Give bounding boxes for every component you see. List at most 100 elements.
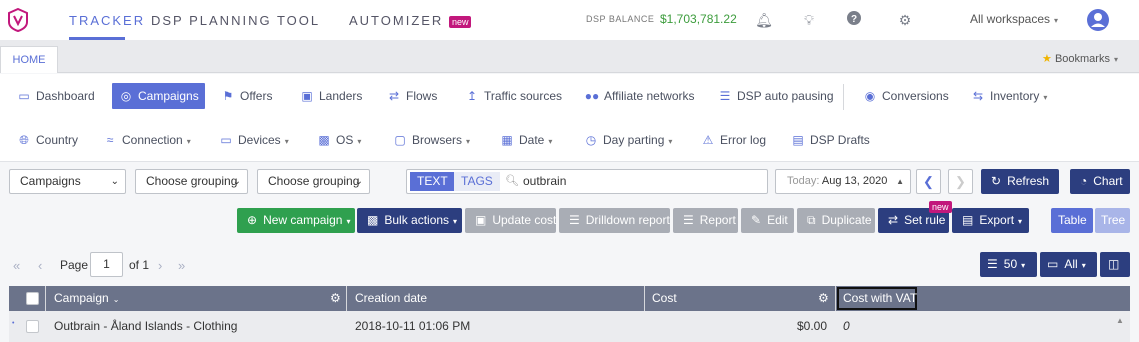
menu-dashboard[interactable]: ▭ Dashboard: [16, 74, 94, 118]
menu-affiliate-networks[interactable]: ●● Affiliate networks: [584, 74, 695, 118]
bookmarks-dropdown[interactable]: ★ Bookmarks ▾: [1042, 52, 1118, 65]
menu-inventory[interactable]: ⇆ Inventory ▾: [970, 74, 1047, 118]
report-button[interactable]: ☰ Report: [673, 208, 738, 233]
row-checkbox[interactable]: [26, 320, 39, 333]
tab-home[interactable]: HOME: [0, 46, 58, 73]
refresh-button[interactable]: ↻ Refresh: [981, 169, 1059, 194]
table-view-toggle[interactable]: Table: [1051, 208, 1093, 233]
top-navbar: TRACKER DSP PLANNING TOOL AUTOMIZER new …: [0, 0, 1139, 40]
svg-text:?: ?: [851, 14, 857, 25]
dsp-balance-label: DSP BALANCE: [586, 14, 655, 24]
menu-error-log[interactable]: ⚠ Error log: [700, 118, 766, 162]
first-page-button[interactable]: «: [13, 258, 20, 273]
gear-icon[interactable]: ⚙: [896, 11, 914, 29]
columns-icon: ◫: [1108, 257, 1120, 271]
plus-circle-icon: ⊕: [247, 213, 258, 227]
column-header-cost[interactable]: Cost: [652, 286, 677, 311]
visibility-filter-value: All: [1064, 257, 1078, 271]
lightbulb-icon[interactable]: 💡︎: [800, 11, 818, 29]
avatar[interactable]: [1087, 9, 1109, 31]
nav-dsp-planning-tool[interactable]: DSP PLANNING TOOL: [151, 13, 320, 28]
drilldown-report-label: Drilldown report: [585, 213, 670, 227]
main-menu: ▭ Dashboard ◎ Campaigns ⚑ Offers ▣ Landers ⇄…: [0, 74, 1139, 118]
entity-select[interactable]: Campaigns ⌄: [9, 169, 126, 194]
menu-os[interactable]: ▩ OS ▾: [316, 118, 361, 162]
table-header: [9, 286, 1130, 311]
help-icon[interactable]: ?: [845, 11, 863, 29]
menu-dsp-drafts-label: DSP Drafts: [810, 133, 870, 147]
menu-conversions[interactable]: ◉ Conversions: [862, 74, 949, 118]
search-icon: 🔍︎: [505, 175, 519, 187]
prev-date-button[interactable]: ❮: [916, 169, 941, 194]
cell-creation-date: 2018-10-11 01:06 PM: [355, 319, 471, 333]
bulk-actions-button[interactable]: ▩ Bulk actions ▾: [357, 208, 462, 233]
set-rule-new-badge: new: [929, 201, 952, 213]
menu-devices[interactable]: ▭ Devices ▾: [218, 118, 288, 162]
nav-automizer[interactable]: AUTOMIZER new: [349, 13, 472, 28]
edit-button[interactable]: ✎ Edit: [741, 208, 794, 233]
visibility-filter-dropdown[interactable]: ▭ All ▾: [1040, 252, 1097, 277]
column-header-creation-date[interactable]: Creation date: [355, 286, 427, 311]
chart-button[interactable]: ◔ Chart: [1070, 169, 1130, 194]
search-mode-text-tab[interactable]: TEXT: [410, 172, 455, 191]
drilldown-report-button[interactable]: ☰ Drilldown report: [559, 208, 670, 233]
column-settings-gear-icon[interactable]: ⚙: [330, 291, 341, 305]
search-mode-tags-tab[interactable]: TAGS: [454, 172, 500, 191]
grouping-select-1[interactable]: Choose grouping ⌄: [135, 169, 248, 194]
page-number-input[interactable]: 1: [90, 252, 123, 277]
date-picker[interactable]: Today: Aug 13, 2020 ▲: [775, 169, 911, 194]
column-header-campaign[interactable]: Campaign ⌄: [54, 286, 119, 311]
export-button[interactable]: ▤ Export ▾: [952, 208, 1029, 233]
scroll-up-icon[interactable]: ▲: [1116, 316, 1124, 325]
menu-divider-line: [0, 161, 1139, 162]
menu-traffic-sources-label: Traffic sources: [484, 89, 563, 103]
update-cost-button[interactable]: ▣ Update cost: [465, 208, 556, 233]
duplicate-label: Duplicate: [821, 213, 872, 227]
copy-icon: ⧉: [807, 213, 816, 227]
alert-icon: ⚠: [702, 133, 714, 147]
menu-country[interactable]: 🌐︎ Country: [16, 118, 78, 162]
updown-icon: ▲: [896, 177, 904, 186]
per-page-dropdown[interactable]: ☰ 50 ▾: [980, 252, 1037, 277]
duplicate-button[interactable]: ⧉ Duplicate: [797, 208, 875, 233]
grouping-select-2[interactable]: Choose grouping ⌄: [257, 169, 370, 194]
menu-date-label: Date: [519, 133, 545, 147]
column-header-cost-with-vat[interactable]: Cost with VAT: [843, 286, 917, 311]
tracker-logo-icon[interactable]: [8, 8, 28, 32]
menu-day-parting[interactable]: ◷ Day parting ▾: [583, 118, 673, 162]
menu-browsers[interactable]: ▢ Browsers ▾: [392, 118, 470, 162]
next-page-button[interactable]: ›: [158, 258, 162, 273]
menu-connection[interactable]: ≈ Connection ▾: [102, 118, 191, 162]
menu-dsp-drafts[interactable]: ▤ DSP Drafts: [790, 118, 870, 162]
page-count-label: of 1: [129, 258, 150, 272]
refresh-label: Refresh: [1007, 174, 1050, 188]
menu-campaigns[interactable]: ◎ Campaigns: [112, 83, 205, 109]
menu-dsp-auto-pausing[interactable]: ☰ DSP auto pausing: [717, 74, 834, 118]
last-page-button[interactable]: »: [178, 258, 185, 273]
prev-page-button[interactable]: ‹: [38, 258, 42, 273]
bell-icon[interactable]: 🔔︎: [755, 11, 773, 29]
menu-error-log-label: Error log: [720, 133, 767, 147]
menu-traffic-sources[interactable]: ↥ Traffic sources: [464, 74, 562, 118]
search-input[interactable]: outbrain: [523, 174, 566, 188]
chevron-left-icon: ❮: [923, 174, 934, 189]
menu-offers[interactable]: ⚑ Offers: [220, 74, 273, 118]
new-campaign-label: New campaign: [263, 213, 343, 227]
cell-campaign[interactable]: Outbrain - Åland Islands - Clothing: [54, 311, 237, 342]
workspaces-dropdown[interactable]: All workspaces ▾: [970, 12, 1058, 26]
menu-flows[interactable]: ⇄ Flows: [386, 74, 437, 118]
next-date-button[interactable]: ❯: [948, 169, 973, 194]
tree-view-toggle[interactable]: Tree: [1095, 208, 1130, 233]
menu-landers[interactable]: ▣ Landers: [299, 74, 362, 118]
new-campaign-button[interactable]: ⊕ New campaign ▾: [237, 208, 355, 233]
nav-tracker[interactable]: TRACKER: [69, 13, 145, 28]
columns-button[interactable]: ◫: [1100, 252, 1130, 277]
star-icon: ★: [1042, 53, 1052, 65]
menu-date[interactable]: ▦ Date ▾: [499, 118, 552, 162]
pie-chart-icon: ◔: [1080, 174, 1088, 188]
per-page-value: 50: [1003, 257, 1018, 271]
column-settings-gear-icon[interactable]: ⚙: [818, 291, 829, 305]
flag-icon: ⚑: [222, 89, 234, 103]
select-all-checkbox[interactable]: [26, 292, 39, 305]
report-menu: 🌐︎ Country ≈ Connection ▾ ▭ Devices ▾ ▩ OS ▾ ▢ B…: [0, 118, 1139, 162]
